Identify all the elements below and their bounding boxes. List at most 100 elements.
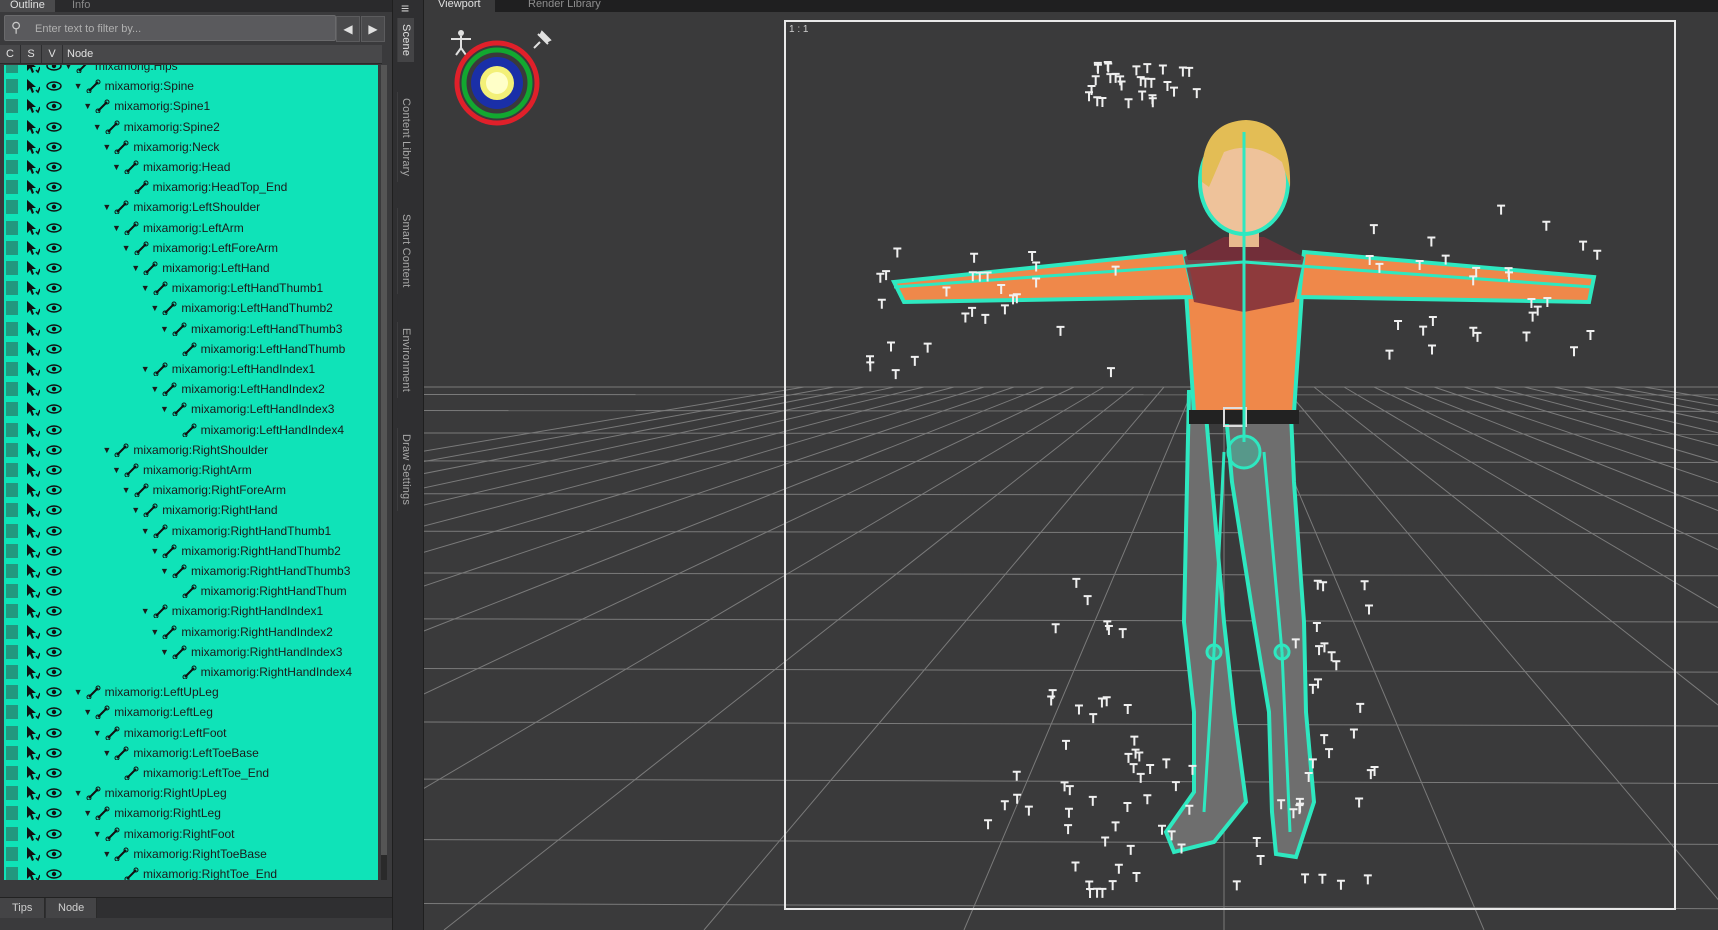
selectable-cursor-icon[interactable]: [26, 139, 40, 155]
tree-row[interactable]: mixamorig:RightHandIndex4: [4, 662, 378, 682]
selectable-cursor-icon[interactable]: [26, 664, 40, 680]
tree-row[interactable]: mixamorig:LeftHandIndex4: [4, 420, 378, 440]
checkbox[interactable]: [6, 604, 18, 619]
checkbox[interactable]: [6, 725, 18, 740]
selectable-cursor-icon[interactable]: [26, 523, 40, 539]
visibility-eye-icon[interactable]: [46, 566, 62, 576]
selectable-cursor-icon[interactable]: [26, 624, 40, 640]
selectable-cursor-icon[interactable]: [26, 240, 40, 256]
checkbox[interactable]: [6, 543, 18, 558]
tree-row[interactable]: ▼ mixamorig:RightHandIndex2: [4, 622, 378, 642]
checkbox[interactable]: [6, 240, 18, 255]
expand-triangle-icon[interactable]: ▼: [102, 849, 111, 859]
tree-row[interactable]: ▼ mixamorig:LeftArm: [4, 218, 378, 238]
selectable-cursor-icon[interactable]: [26, 65, 40, 74]
tree-row[interactable]: ▼ mixamorig:RightUpLeg: [4, 783, 378, 803]
checkbox[interactable]: [6, 119, 18, 134]
scrollbar-thumb[interactable]: [381, 65, 387, 855]
tree-row[interactable]: ▼ mixamorig:LeftFoot: [4, 723, 378, 743]
checkbox[interactable]: [6, 685, 18, 700]
selectable-cursor-icon[interactable]: [26, 159, 40, 175]
selectable-cursor-icon[interactable]: [26, 78, 40, 94]
checkbox[interactable]: [6, 422, 18, 437]
checkbox[interactable]: [6, 846, 18, 861]
visibility-eye-icon[interactable]: [46, 81, 62, 91]
checkbox[interactable]: [6, 483, 18, 498]
expand-triangle-icon[interactable]: ▼: [160, 647, 169, 657]
checkbox[interactable]: [6, 867, 18, 880]
visibility-eye-icon[interactable]: [46, 505, 62, 516]
expand-triangle-icon[interactable]: ▼: [93, 728, 102, 738]
selectable-cursor-icon[interactable]: [26, 381, 40, 397]
expand-triangle-icon[interactable]: ▼: [102, 202, 111, 212]
checkbox[interactable]: [6, 564, 18, 578]
visibility-eye-icon[interactable]: [46, 283, 62, 293]
tree-row[interactable]: ▼ mixamorig:LeftShoulder: [4, 197, 378, 217]
expand-triangle-icon[interactable]: ▼: [141, 283, 150, 293]
visibility-eye-icon[interactable]: [46, 243, 62, 253]
selectable-cursor-icon[interactable]: [26, 422, 40, 438]
expand-triangle-icon[interactable]: ▼: [150, 303, 159, 313]
tree-row[interactable]: ▼ mixamorig:RightArm: [4, 460, 378, 480]
tree-row[interactable]: ▼ mixamorig:RightHandIndex3: [4, 642, 378, 662]
selectable-cursor-icon[interactable]: [26, 119, 40, 135]
visibility-eye-icon[interactable]: [46, 687, 62, 697]
selectable-cursor-icon[interactable]: [26, 280, 40, 296]
selectable-cursor-icon[interactable]: [26, 321, 40, 337]
selectable-cursor-icon[interactable]: [26, 846, 40, 862]
selectable-cursor-icon[interactable]: [26, 725, 40, 741]
checkbox[interactable]: [6, 503, 18, 518]
selectable-cursor-icon[interactable]: [26, 543, 40, 559]
checkbox[interactable]: [6, 160, 18, 174]
visibility-eye-icon[interactable]: [46, 222, 62, 233]
visibility-eye-icon[interactable]: [46, 546, 62, 556]
visibility-eye-icon[interactable]: [46, 424, 62, 435]
selectable-cursor-icon[interactable]: [26, 199, 40, 215]
checkbox[interactable]: [6, 442, 18, 457]
tab-info[interactable]: Info: [62, 0, 100, 12]
column-c[interactable]: C: [0, 45, 21, 63]
checkbox[interactable]: [6, 321, 18, 336]
selectable-cursor-icon[interactable]: [26, 401, 40, 417]
checkbox[interactable]: [6, 281, 18, 296]
side-tab-scene[interactable]: Scene: [397, 18, 414, 63]
tree-row[interactable]: mixamorig:LeftToe_End: [4, 763, 378, 783]
visibility-eye-icon[interactable]: [46, 808, 62, 819]
selectable-cursor-icon[interactable]: [26, 684, 40, 700]
selectable-cursor-icon[interactable]: [26, 603, 40, 619]
expand-triangle-icon[interactable]: ▼: [141, 526, 150, 536]
next-match-button[interactable]: ▶: [361, 16, 385, 42]
visibility-eye-icon[interactable]: [46, 849, 62, 859]
tree-row[interactable]: ▼ mixamorig:RightHandThumb3: [4, 561, 378, 581]
checkbox[interactable]: [6, 523, 18, 538]
visibility-eye-icon[interactable]: [46, 65, 62, 71]
tab-tips[interactable]: Tips: [0, 898, 46, 918]
expand-triangle-icon[interactable]: ▼: [74, 788, 83, 798]
expand-triangle-icon[interactable]: ▼: [160, 566, 169, 576]
tree-row[interactable]: ▼ mixamorig:RightHandIndex1: [4, 601, 378, 621]
visibility-eye-icon[interactable]: [46, 465, 62, 475]
side-tab-smart-content[interactable]: Smart Content: [397, 208, 414, 294]
visibility-eye-icon[interactable]: [46, 869, 62, 879]
side-tab-content-library[interactable]: Content Library: [397, 92, 414, 183]
column-v[interactable]: V: [42, 45, 63, 63]
selectable-cursor-icon[interactable]: [26, 826, 40, 842]
selectable-cursor-icon[interactable]: [26, 704, 40, 720]
checkbox[interactable]: [6, 665, 18, 679]
selectable-cursor-icon[interactable]: [26, 462, 40, 478]
checkbox[interactable]: [6, 766, 18, 780]
column-node[interactable]: Node: [63, 45, 107, 63]
checkbox[interactable]: [6, 463, 18, 477]
visibility-eye-icon[interactable]: [46, 182, 62, 192]
hamburger-menu-icon[interactable]: ≡: [401, 0, 409, 16]
expand-triangle-icon[interactable]: ▼: [112, 223, 121, 233]
visibility-eye-icon[interactable]: [46, 445, 62, 455]
expand-triangle-icon[interactable]: ▼: [83, 707, 92, 717]
checkbox[interactable]: [6, 220, 18, 235]
checkbox[interactable]: [6, 644, 18, 659]
checkbox[interactable]: [6, 584, 18, 599]
expand-triangle-icon[interactable]: ▼: [93, 829, 102, 839]
selectable-cursor-icon[interactable]: [26, 260, 40, 276]
expand-triangle-icon[interactable]: ▼: [150, 627, 159, 637]
checkbox[interactable]: [6, 99, 18, 114]
